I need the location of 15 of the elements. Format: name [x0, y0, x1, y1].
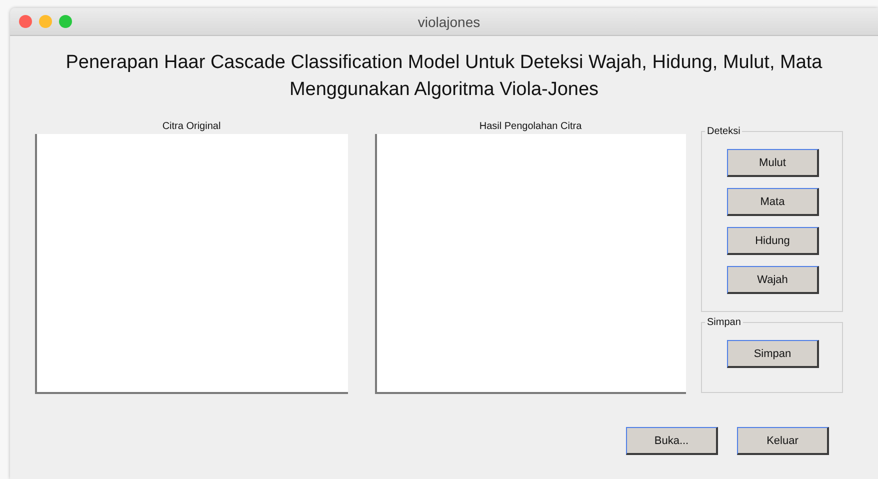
push-button[interactable]: Wajah: [727, 266, 819, 294]
push-button[interactable]: Keluar: [737, 427, 829, 455]
push-button[interactable]: Mulut: [727, 149, 819, 177]
panel-title: Simpan: [705, 316, 743, 329]
push-button[interactable]: Hidung: [727, 227, 819, 255]
page-heading: Penerapan Haar Cascade Classification Model Untuk Deteksi Wajah, Hidung, Mulut, Mata Menggunakan Algoritma Viola-Jones: [64, 51, 824, 102]
push-button[interactable]: Buka...: [626, 427, 718, 455]
axes-label: Hasil Pengolahan Citra: [478, 120, 583, 134]
axes-label: Citra Original: [161, 120, 222, 134]
window-title: violajones: [418, 14, 480, 30]
push-button[interactable]: Simpan: [727, 340, 819, 368]
close-button[interactable]: [19, 15, 32, 28]
minimize-button[interactable]: [39, 15, 52, 28]
push-button[interactable]: Mata: [727, 188, 819, 216]
maximize-button[interactable]: [59, 15, 72, 28]
